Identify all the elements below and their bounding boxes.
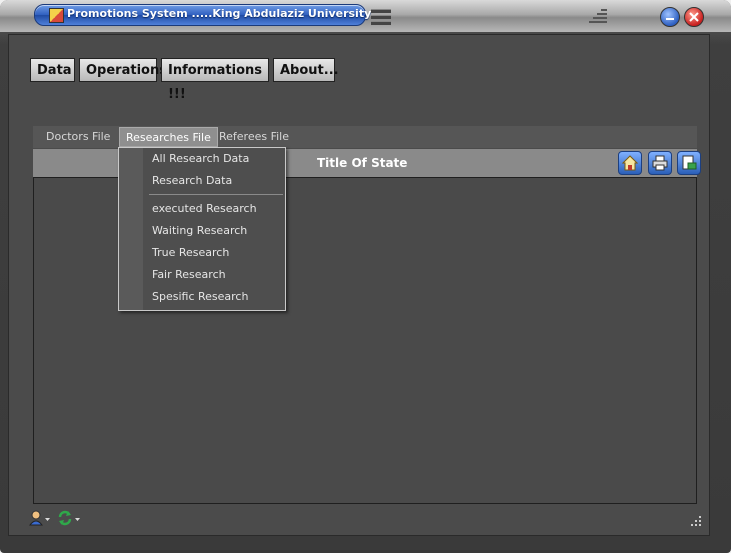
menu-informations[interactable]: Informations !!! — [161, 58, 269, 102]
print-icon — [652, 155, 668, 171]
menu-item-true-research[interactable]: True Research — [152, 244, 229, 262]
close-button[interactable] — [684, 7, 704, 27]
menu-item-executed-research[interactable]: executed Research — [152, 200, 257, 218]
menu-item-all-research-data[interactable]: All Research Data — [152, 150, 249, 168]
menu-operations-label: Operations — [86, 63, 167, 78]
tab-researches-file[interactable]: Researches File — [119, 127, 218, 147]
menu-item-fair-research[interactable]: Fair Research — [152, 266, 226, 284]
tab-referees-file[interactable]: Referees File — [219, 127, 289, 147]
tab-doctors-file[interactable]: Doctors File — [46, 127, 110, 147]
menu-operations[interactable]: Operations — [79, 58, 167, 82]
menu-gutter — [119, 148, 143, 310]
menu-about-label: About... — [280, 63, 339, 78]
menu-data-label: Data — [37, 63, 72, 78]
refresh-icon[interactable] — [57, 510, 81, 526]
title-pill: Promotions System .....King Abdulaziz Un… — [34, 4, 371, 26]
close-icon — [689, 12, 699, 22]
menu-item-research-data[interactable]: Research Data — [152, 172, 232, 190]
export-icon — [682, 155, 697, 170]
resize-grip-icon[interactable] — [690, 515, 702, 527]
title-bar[interactable]: Promotions System .....King Abdulaziz Un… — [0, 0, 731, 32]
window-title: Promotions System .....King Abdulaziz Un… — [67, 7, 372, 20]
minimize-icon — [666, 18, 674, 20]
menu-separator — [149, 194, 283, 195]
menu-about[interactable]: About... — [273, 58, 339, 82]
minimize-button[interactable] — [660, 7, 680, 27]
window-grip-icon — [589, 9, 607, 23]
export-button[interactable] — [677, 151, 701, 175]
hamburger-menu-icon[interactable] — [371, 9, 391, 25]
state-title: Title Of State — [317, 156, 408, 170]
file-tabstrip: Doctors File Researches File Referees Fi… — [33, 126, 697, 148]
app-icon — [49, 8, 64, 23]
home-icon — [622, 155, 638, 171]
menu-item-spesific-research[interactable]: Spesific Research — [152, 288, 248, 306]
home-button[interactable] — [618, 151, 642, 175]
status-bar — [26, 507, 706, 531]
menu-item-waiting-research[interactable]: Waiting Research — [152, 222, 247, 240]
menu-data[interactable]: Data — [30, 58, 75, 82]
print-button[interactable] — [648, 151, 672, 175]
researches-dropdown-menu: All Research Data Research Data executed… — [118, 147, 286, 311]
user-icon[interactable] — [29, 510, 51, 526]
